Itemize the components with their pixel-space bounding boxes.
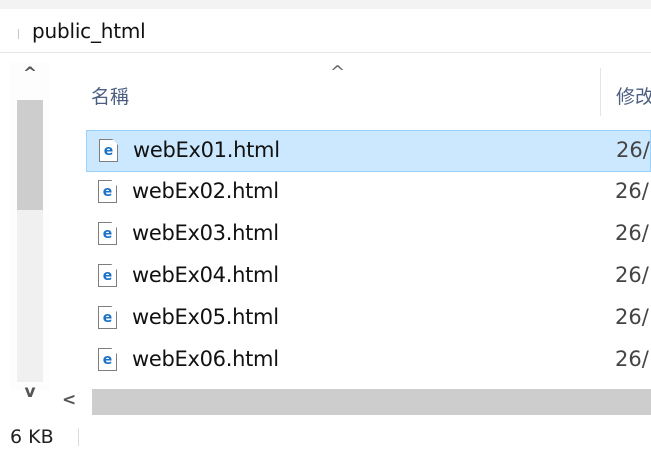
horizontal-scroll-thumb[interactable]: [92, 389, 651, 415]
file-date: 26/: [615, 179, 649, 203]
file-name[interactable]: webEx05.html: [132, 305, 279, 329]
file-row[interactable]: e webEx02.html 26/: [86, 172, 651, 214]
file-row[interactable]: e webEx04.html 26/: [86, 256, 651, 298]
address-bar-divider: [18, 29, 19, 39]
selected-size: 6 KB: [10, 426, 54, 448]
file-date: 26/: [615, 221, 649, 245]
column-header-name[interactable]: 名稱: [91, 82, 129, 109]
vertical-scrollbar[interactable]: ^ v: [10, 62, 50, 402]
horizontal-scrollbar[interactable]: <: [10, 386, 651, 416]
column-separator[interactable]: [600, 68, 601, 116]
status-separator: [78, 428, 79, 446]
file-name[interactable]: webEx02.html: [132, 179, 279, 203]
file-name[interactable]: webEx06.html: [132, 347, 279, 371]
file-name[interactable]: webEx04.html: [132, 263, 279, 287]
status-bar: 6 KB: [0, 418, 651, 453]
scroll-up-arrow-icon[interactable]: ^: [10, 64, 50, 84]
file-date: 26/: [615, 263, 649, 287]
address-bar[interactable]: public_html: [0, 9, 651, 53]
column-header-modified[interactable]: 修改: [616, 82, 651, 109]
file-date: 26/: [615, 305, 649, 329]
address-path[interactable]: public_html: [32, 19, 146, 43]
file-date: 26/: [616, 138, 650, 162]
edge-logo-icon: e: [102, 226, 113, 242]
edge-logo-icon: e: [102, 184, 113, 200]
scroll-left-arrow-icon[interactable]: <: [62, 390, 76, 410]
window-top-strip: [0, 0, 651, 9]
file-row[interactable]: e webEx01.html 26/: [86, 130, 651, 172]
file-name[interactable]: webEx03.html: [132, 221, 279, 245]
scroll-thumb[interactable]: [17, 100, 43, 210]
file-row[interactable]: e webEx03.html 26/: [86, 214, 651, 256]
edge-logo-icon: e: [102, 310, 113, 326]
sort-ascending-icon: ^: [330, 62, 346, 83]
file-date: 26/: [615, 347, 649, 371]
file-row[interactable]: e webEx06.html 26/: [86, 340, 651, 382]
column-header-row: ^ 名稱 修改: [50, 62, 651, 118]
file-row[interactable]: e webEx05.html 26/: [86, 298, 651, 340]
file-list: e webEx01.html 26/ e webEx02.html 26/ e …: [86, 130, 651, 382]
edge-logo-icon: e: [102, 268, 113, 284]
file-name[interactable]: webEx01.html: [133, 138, 280, 162]
edge-logo-icon: e: [103, 143, 114, 159]
edge-logo-icon: e: [102, 352, 113, 368]
